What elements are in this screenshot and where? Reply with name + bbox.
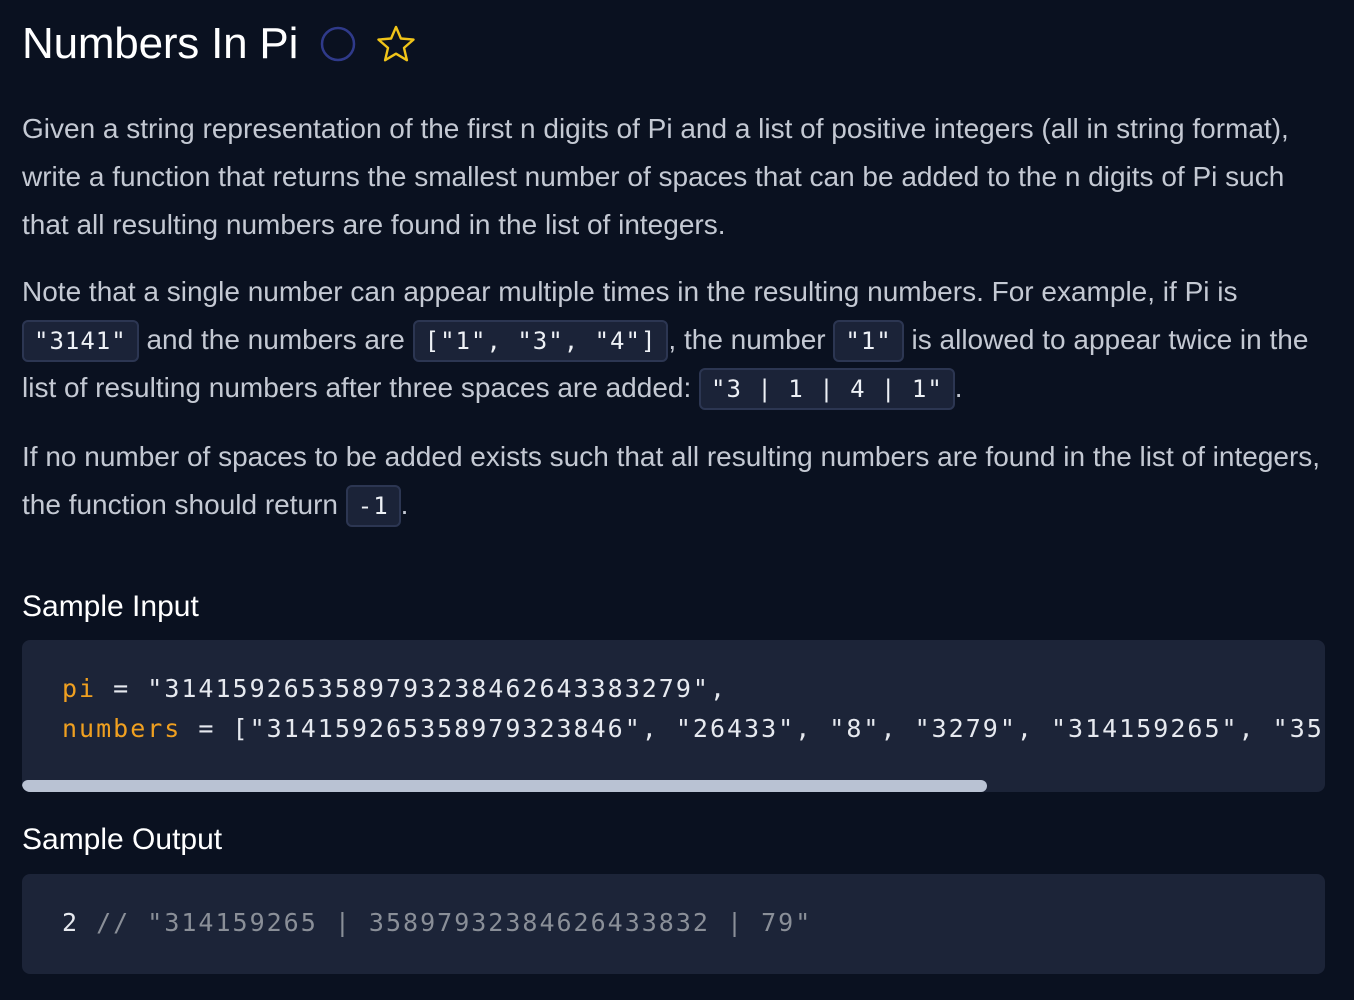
text-span: . — [400, 489, 409, 520]
inline-code: "1" — [833, 320, 904, 362]
sample-input-heading: Sample Input — [22, 590, 199, 623]
inline-code: ["1", "3", "4"] — [412, 320, 669, 362]
title-row: Numbers In Pi — [22, 18, 416, 70]
inline-code: "3141" — [22, 320, 139, 362]
sample-output-code-block: 2 // "314159265 | 35897932384626433832 |… — [22, 874, 1325, 974]
code-value: "3141592653589793238462643383279", — [147, 674, 728, 703]
description-paragraph-1: Given a string representation of the fir… — [22, 113, 1289, 240]
text-span: , the number — [668, 324, 826, 355]
output-value: 2 — [62, 908, 80, 937]
sample-output-heading: Sample Output — [22, 823, 223, 856]
code-variable: numbers — [62, 714, 182, 743]
code-variable: pi — [62, 674, 97, 703]
code-operator: = — [96, 674, 148, 703]
text-span: If no number of spaces to be added exist… — [22, 441, 1321, 520]
code-value: ["314159265358979323846", "26433", "8", … — [232, 714, 1325, 743]
text-span: Note that a single number can appear mul… — [22, 276, 1238, 307]
code-operator: = — [181, 714, 233, 743]
horizontal-scrollbar[interactable] — [22, 780, 987, 792]
inline-code: "3 | 1 | 4 | 1" — [699, 368, 955, 410]
inline-code: -1 — [345, 485, 401, 527]
sample-input-code-block[interactable]: pi = "3141592653589793238462643383279", … — [22, 640, 1325, 792]
code-line-output: 2 // "314159265 | 35897932384626433832 |… — [62, 908, 812, 937]
star-outline-icon[interactable] — [376, 24, 416, 64]
code-line-numbers: numbers = ["314159265358979323846", "264… — [62, 714, 1325, 743]
code-line-pi: pi = "3141592653589793238462643383279", — [62, 674, 727, 703]
description-paragraph-2: Note that a single number can appear mul… — [22, 268, 1322, 412]
question-page: Numbers In Pi Given a string representat… — [0, 0, 1354, 1000]
text-span: and the numbers are — [146, 324, 405, 355]
text-span: . — [954, 372, 963, 403]
output-comment: // "314159265 | 35897932384626433832 | 7… — [79, 908, 813, 937]
description-paragraph-3: If no number of spaces to be added exist… — [22, 433, 1322, 529]
circle-outline-icon[interactable] — [320, 26, 356, 62]
page-title: Numbers In Pi — [22, 19, 299, 68]
